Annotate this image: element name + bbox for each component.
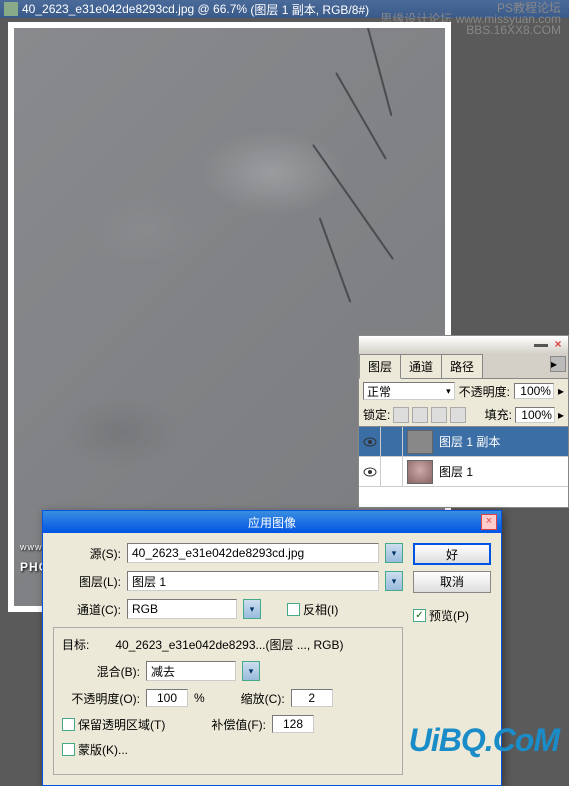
dropdown-icon[interactable] bbox=[385, 571, 403, 591]
layer-name[interactable]: 图层 1 副本 bbox=[437, 433, 568, 450]
lock-label: 锁定: bbox=[363, 406, 390, 423]
panel-header: × bbox=[359, 336, 568, 354]
watermark-uibq: UiBQ.CoM bbox=[409, 722, 559, 759]
visibility-eye-icon[interactable] bbox=[359, 427, 381, 456]
dropdown-icon[interactable] bbox=[243, 599, 261, 619]
channel-label: 通道(C): bbox=[53, 601, 121, 618]
preserve-transparency-checkbox[interactable]: 保留透明区域(T) bbox=[62, 716, 165, 733]
checkbox-icon bbox=[287, 603, 300, 616]
invert-checkbox[interactable]: 反相(I) bbox=[287, 601, 338, 618]
blend-select[interactable]: 减去 bbox=[146, 661, 236, 681]
blend-label: 混合(B): bbox=[62, 663, 140, 680]
blend-mode-select[interactable]: 正常▾ bbox=[363, 382, 455, 400]
layer-name[interactable]: 图层 1 bbox=[437, 463, 568, 480]
fill-field[interactable]: 100% bbox=[515, 407, 555, 423]
layer-mode-info: (图层 1 副本, RGB/8#) bbox=[250, 1, 369, 18]
visibility-eye-icon[interactable] bbox=[359, 457, 381, 486]
source-label: 源(S): bbox=[53, 545, 121, 562]
chevron-down-icon: ▾ bbox=[446, 386, 451, 397]
hair-strand bbox=[360, 28, 393, 116]
offset-input[interactable]: 128 bbox=[272, 715, 314, 733]
opacity-label: 不透明度(O): bbox=[62, 690, 140, 707]
tab-layers[interactable]: 图层 bbox=[359, 354, 401, 379]
hair-strand bbox=[335, 72, 387, 160]
scale-label: 缩放(C): bbox=[241, 690, 285, 707]
tab-channels[interactable]: 通道 bbox=[400, 354, 442, 378]
opacity-field[interactable]: 100% bbox=[514, 383, 554, 399]
panel-tabs: 图层 通道 路径 ▸ bbox=[359, 354, 568, 379]
opacity-label: 不透明度: bbox=[459, 383, 510, 400]
zoom-level: 66.7% bbox=[213, 2, 247, 16]
layer-select[interactable]: 图层 1 bbox=[127, 571, 379, 591]
link-cell[interactable] bbox=[381, 427, 403, 456]
layer-label: 图层(L): bbox=[53, 573, 121, 590]
target-blend-fieldset: 目标: 40_2623_e31e042de8293...(图层 ..., RGB… bbox=[53, 627, 403, 775]
layer-row[interactable]: 图层 1 bbox=[359, 457, 568, 487]
target-value: 40_2623_e31e042de8293...(图层 ..., RGB) bbox=[115, 636, 343, 653]
layer-row[interactable]: 图层 1 副本 bbox=[359, 427, 568, 457]
layer-thumbnail[interactable] bbox=[407, 460, 433, 484]
close-icon[interactable]: × bbox=[481, 514, 497, 530]
channel-select[interactable]: RGB bbox=[127, 599, 237, 619]
checkbox-icon bbox=[62, 718, 75, 731]
checkbox-icon: ✓ bbox=[413, 609, 426, 622]
layers-panel: × 图层 通道 路径 ▸ 正常▾ 不透明度: 100% ▸ 锁定: 填充: 10… bbox=[358, 335, 569, 508]
dialog-titlebar[interactable]: 应用图像 × bbox=[43, 511, 501, 533]
scale-input[interactable]: 2 bbox=[291, 689, 333, 707]
document-icon bbox=[4, 2, 18, 16]
layer-thumbnail[interactable] bbox=[407, 430, 433, 454]
close-icon[interactable]: × bbox=[551, 338, 565, 352]
dropdown-icon[interactable] bbox=[385, 543, 403, 563]
target-label: 目标: bbox=[62, 636, 89, 653]
opacity-input[interactable]: 100 bbox=[146, 689, 188, 707]
hair-strand bbox=[312, 144, 394, 260]
mask-checkbox[interactable]: 蒙版(K)... bbox=[62, 741, 128, 758]
blend-opacity-row: 正常▾ 不透明度: 100% ▸ bbox=[359, 379, 568, 403]
document-filename: 40_2623_e31e042de8293cd.jpg bbox=[22, 2, 194, 16]
layer-list: 图层 1 副本 图层 1 bbox=[359, 427, 568, 507]
dialog-title: 应用图像 bbox=[248, 514, 296, 531]
chevron-right-icon[interactable]: ▸ bbox=[558, 384, 564, 398]
link-cell[interactable] bbox=[381, 457, 403, 486]
source-select[interactable]: 40_2623_e31e042de8293cd.jpg bbox=[127, 543, 379, 563]
lock-pixels-icon[interactable] bbox=[412, 407, 428, 423]
offset-label: 补偿值(F): bbox=[211, 716, 266, 733]
minimize-icon[interactable] bbox=[534, 344, 548, 347]
lock-position-icon[interactable] bbox=[431, 407, 447, 423]
preview-checkbox[interactable]: ✓ 预览(P) bbox=[413, 607, 491, 624]
tab-paths[interactable]: 路径 bbox=[441, 354, 483, 378]
panel-menu-icon[interactable]: ▸ bbox=[550, 356, 566, 372]
fill-label: 填充: bbox=[485, 406, 512, 423]
checkbox-icon bbox=[62, 743, 75, 756]
lock-all-icon[interactable] bbox=[450, 407, 466, 423]
chevron-right-icon[interactable]: ▸ bbox=[558, 408, 564, 422]
lock-transparency-icon[interactable] bbox=[393, 407, 409, 423]
cancel-button[interactable]: 取消 bbox=[413, 571, 491, 593]
hair-strand bbox=[319, 218, 352, 303]
lock-row: 锁定: 填充: 100% ▸ bbox=[359, 403, 568, 427]
dropdown-icon[interactable] bbox=[242, 661, 260, 681]
ok-button[interactable]: 好 bbox=[413, 543, 491, 565]
